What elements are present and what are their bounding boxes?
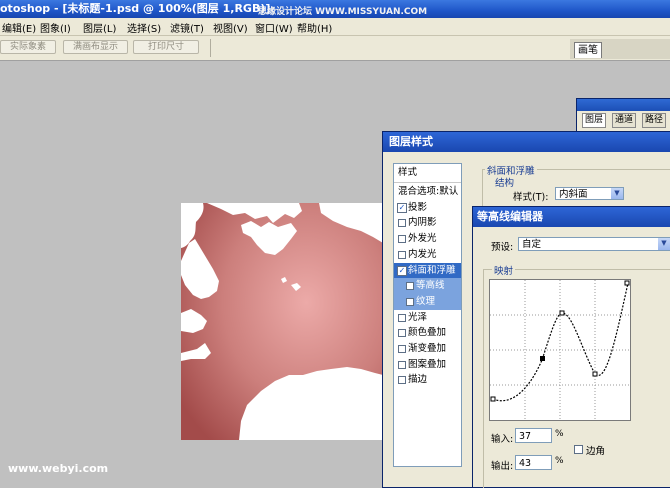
- menu-help[interactable]: 帮助(H): [297, 20, 332, 35]
- document-canvas[interactable]: [181, 203, 383, 440]
- chevron-down-icon: ▼: [611, 188, 623, 199]
- style-item[interactable]: 混合选项:默认: [394, 184, 461, 200]
- style-item-label: 斜面和浮雕: [408, 264, 456, 276]
- styles-header[interactable]: 样式: [394, 164, 461, 183]
- checkbox-icon[interactable]: [398, 329, 406, 338]
- styles-header-label: 样式: [398, 167, 418, 178]
- style-item-label: 纹理: [416, 295, 436, 307]
- style-item[interactable]: 颜色叠加: [394, 325, 461, 341]
- checkbox-icon[interactable]: [398, 376, 406, 385]
- checkbox-icon[interactable]: [398, 345, 406, 353]
- input-unit: %: [555, 429, 564, 439]
- checkbox-icon[interactable]: [398, 250, 406, 259]
- site-watermark-bottom: www.webyi.com: [8, 462, 109, 475]
- style-item[interactable]: 图案叠加: [394, 357, 461, 373]
- preset-select[interactable]: 自定 ▼: [518, 237, 670, 251]
- style-item[interactable]: 纹理: [394, 293, 461, 310]
- style-item-label: 等高线: [416, 280, 445, 292]
- curve-point[interactable]: [490, 396, 496, 402]
- menu-bar: 编辑(E) 图象(I) 图层(L) 选择(S) 滤镜(T) 视图(V) 窗口(W…: [0, 18, 670, 36]
- style-item[interactable]: ✓ 斜面和浮雕: [394, 262, 461, 279]
- tab-paths[interactable]: 路径: [642, 113, 667, 128]
- style-item-label: 内阴影: [408, 217, 437, 229]
- style-field-label: 样式(T):: [513, 192, 549, 203]
- contour-curve: [492, 282, 629, 402]
- menu-layer[interactable]: 图层(L): [83, 20, 116, 35]
- style-item[interactable]: 内发光: [394, 247, 461, 263]
- options-separator: [210, 39, 211, 57]
- menu-view[interactable]: 视图(V): [213, 20, 248, 35]
- menu-window[interactable]: 窗口(W): [255, 20, 293, 35]
- style-item-label: 混合选项:默认: [398, 186, 459, 197]
- curve-point-selected[interactable]: [540, 356, 545, 361]
- window-title: otoshop - [未标题-1.psd @ 100%(图层 1,RGB)]: [0, 2, 271, 15]
- curve-point[interactable]: [559, 310, 565, 316]
- corner-checkbox[interactable]: [574, 445, 583, 454]
- menu-select[interactable]: 选择(S): [127, 20, 161, 35]
- bevel-style-value: 内斜面: [559, 189, 588, 200]
- corner-label: 边角: [586, 446, 606, 457]
- style-item[interactable]: 光泽: [394, 310, 461, 326]
- input-field[interactable]: 37: [515, 428, 552, 443]
- checkbox-icon[interactable]: [398, 235, 406, 244]
- contour-curve-editor[interactable]: [489, 279, 631, 421]
- style-item[interactable]: 外发光: [394, 231, 461, 247]
- style-item-label: 描边: [408, 374, 428, 386]
- style-item-label: 渐变叠加: [408, 343, 447, 354]
- app-title-bar: otoshop - [未标题-1.psd @ 100%(图层 1,RGB)] 思…: [0, 0, 670, 18]
- contour-curve-graph: [490, 280, 630, 420]
- input-label: 输入:: [491, 434, 514, 445]
- preset-label: 预设:: [491, 242, 514, 253]
- contour-editor-title: 等高线编辑器: [473, 207, 670, 227]
- checkbox-checked-icon[interactable]: ✓: [397, 265, 407, 276]
- style-item[interactable]: 等高线: [394, 278, 461, 295]
- layer-style-title: 图层样式: [383, 132, 670, 152]
- bevel-style-select[interactable]: 内斜面 ▼: [555, 187, 624, 200]
- style-item[interactable]: 渐变叠加: [394, 341, 461, 357]
- menu-edit[interactable]: 编辑(E): [2, 20, 36, 35]
- preset-value: 自定: [522, 239, 542, 250]
- tab-channels[interactable]: 通道: [612, 113, 637, 128]
- contour-editor-dialog: 等高线编辑器 预设: 自定 ▼ 映射 输入: 37 % 边角 输出: 43 %: [472, 206, 670, 488]
- checkbox-icon[interactable]: [398, 219, 406, 228]
- checkbox-checked-icon[interactable]: ✓: [397, 202, 407, 213]
- style-item-label: 内发光: [408, 248, 437, 260]
- fit-screen-button[interactable]: 满画布显示: [63, 40, 128, 54]
- style-item-label: 图案叠加: [408, 358, 447, 370]
- chevron-down-icon: ▼: [658, 238, 670, 250]
- style-item-label: 颜色叠加: [408, 327, 447, 339]
- style-item[interactable]: 内阴影: [394, 215, 461, 231]
- print-size-button[interactable]: 打印尺寸: [133, 40, 199, 54]
- curve-point[interactable]: [592, 371, 598, 377]
- checkbox-icon[interactable]: [398, 313, 406, 322]
- tab-layers[interactable]: 图层: [582, 113, 607, 128]
- canvas-artwork: [181, 203, 383, 440]
- checkbox-icon[interactable]: [406, 297, 414, 306]
- menu-image[interactable]: 图象(I): [40, 20, 71, 35]
- style-item-label: 投影: [408, 201, 428, 213]
- menu-filter[interactable]: 滤镜(T): [170, 20, 204, 35]
- styles-list: 样式 混合选项:默认 ✓ 投影 内阴影 外发光 内发光 ✓ 斜面和浮雕 等高线 纹理 光泽 颜色叠加渐…: [393, 163, 462, 467]
- style-item-label: 外发光: [408, 233, 437, 245]
- curve-point[interactable]: [624, 280, 630, 286]
- layers-panel-header: [577, 99, 670, 111]
- brush-palette-tab[interactable]: 画笔: [574, 42, 602, 58]
- style-item-label: 光泽: [408, 311, 428, 323]
- output-label: 输出:: [491, 461, 514, 472]
- output-unit: %: [555, 456, 564, 466]
- checkbox-icon[interactable]: [398, 360, 406, 369]
- actual-pixels-button[interactable]: 实际象素: [0, 40, 56, 54]
- style-item[interactable]: 描边: [394, 372, 461, 388]
- style-item[interactable]: ✓ 投影: [394, 200, 461, 216]
- mapping-group-label: 映射: [492, 263, 516, 277]
- structure-group-label: 结构: [493, 175, 517, 189]
- checkbox-icon[interactable]: [406, 282, 414, 291]
- output-field[interactable]: 43: [515, 455, 552, 470]
